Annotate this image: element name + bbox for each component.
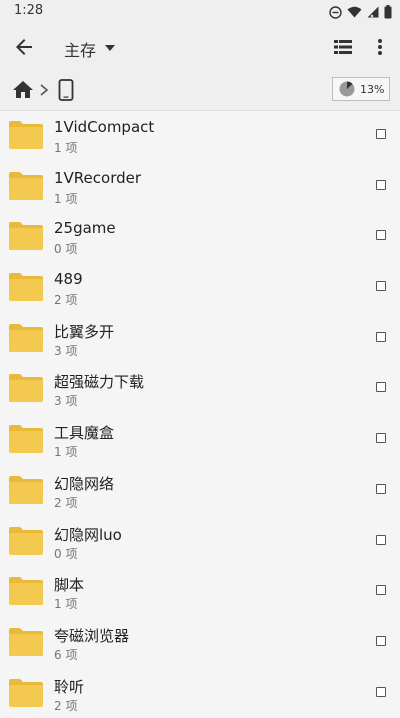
folder-icon bbox=[9, 374, 43, 403]
folder-name: 聆听 bbox=[54, 677, 85, 696]
status-bar: 1:28 bbox=[0, 0, 400, 24]
select-checkbox[interactable] bbox=[376, 230, 386, 241]
folder-name: 25game bbox=[54, 219, 116, 238]
folder-row[interactable]: 聆听 2 项 bbox=[0, 668, 400, 718]
dropdown-caret-icon[interactable] bbox=[104, 42, 116, 54]
folder-list: 1VidCompact 1 项 1VRecorder 1 项 25game 0 项 489 2… bbox=[0, 110, 400, 718]
folder-row[interactable]: 幻隐网络 2 项 bbox=[0, 465, 400, 516]
folder-name: 1VidCompact bbox=[54, 118, 155, 136]
folder-item-count: 3 项 bbox=[54, 394, 78, 409]
storage-usage-button[interactable]: 13% bbox=[332, 77, 390, 101]
folder-icon bbox=[9, 121, 43, 149]
wifi-icon bbox=[347, 6, 362, 18]
select-checkbox[interactable] bbox=[376, 281, 386, 292]
folder-row[interactable]: 比翼多开 3 项 bbox=[0, 313, 400, 364]
folder-name: 超强磁力下载 bbox=[54, 373, 145, 392]
folder-row[interactable]: 脚本 1 项 bbox=[0, 566, 400, 617]
select-checkbox[interactable] bbox=[376, 635, 386, 646]
folder-name: 489 bbox=[54, 270, 83, 289]
folder-icon bbox=[9, 273, 43, 302]
folder-item-count: 6 项 bbox=[54, 647, 78, 662]
folder-icon bbox=[9, 171, 43, 200]
more-options-icon[interactable] bbox=[370, 36, 390, 58]
app-toolbar: 主存 bbox=[0, 24, 400, 70]
select-checkbox[interactable] bbox=[376, 483, 386, 494]
cellular-signal-icon bbox=[367, 6, 379, 18]
folder-row[interactable]: 1VidCompact 1 项 bbox=[0, 110, 400, 161]
select-checkbox[interactable] bbox=[376, 382, 386, 393]
folder-item-count: 1 项 bbox=[54, 597, 78, 612]
folder-name: 1VRecorder bbox=[54, 168, 142, 187]
storage-usage-percent: 13% bbox=[360, 83, 385, 96]
folder-icon bbox=[9, 526, 43, 555]
select-checkbox[interactable] bbox=[376, 686, 386, 697]
status-icons bbox=[329, 4, 392, 20]
folder-item-count: 1 项 bbox=[54, 191, 78, 206]
folder-name: 幻隐网络 bbox=[54, 474, 115, 493]
folder-item-count: 2 项 bbox=[54, 495, 78, 510]
status-time: 1:28 bbox=[14, 3, 44, 18]
folder-item-count: 0 项 bbox=[54, 242, 78, 257]
folder-item-count: 1 项 bbox=[54, 141, 78, 155]
folder-row[interactable]: 工具魔盒 1 项 bbox=[0, 414, 400, 465]
folder-icon bbox=[9, 678, 43, 707]
select-checkbox[interactable] bbox=[376, 585, 386, 596]
select-checkbox[interactable] bbox=[376, 331, 386, 342]
folder-item-count: 1 项 bbox=[54, 445, 78, 460]
folder-name: 脚本 bbox=[54, 576, 85, 595]
folder-row[interactable]: 489 2 项 bbox=[0, 262, 400, 313]
folder-icon bbox=[9, 222, 43, 251]
select-checkbox[interactable] bbox=[376, 534, 386, 545]
folder-name: 工具魔盒 bbox=[54, 424, 115, 443]
folder-icon bbox=[9, 475, 43, 504]
folder-icon bbox=[9, 425, 43, 454]
select-checkbox[interactable] bbox=[376, 433, 386, 444]
folder-row[interactable]: 25game 0 项 bbox=[0, 211, 400, 262]
folder-item-count: 2 项 bbox=[54, 293, 78, 308]
back-arrow-icon[interactable] bbox=[12, 35, 36, 59]
folder-row[interactable]: 夸磁浏览器 6 项 bbox=[0, 617, 400, 668]
folder-row[interactable]: 幻隐网luo 0 项 bbox=[0, 516, 400, 567]
phone-storage-icon[interactable] bbox=[58, 79, 74, 101]
path-breadcrumb-bar: 13% bbox=[0, 70, 400, 111]
folder-item-count: 0 项 bbox=[54, 546, 78, 561]
folder-row[interactable]: 1VRecorder 1 项 bbox=[0, 161, 400, 212]
home-icon[interactable] bbox=[12, 79, 34, 101]
storage-title[interactable]: 主存 bbox=[64, 37, 96, 61]
do-not-disturb-icon bbox=[329, 5, 342, 19]
folder-item-count: 2 项 bbox=[54, 698, 78, 713]
storage-pie-icon bbox=[339, 81, 355, 97]
folder-name: 幻隐网luo bbox=[54, 525, 122, 544]
folder-icon bbox=[9, 577, 43, 606]
select-checkbox[interactable] bbox=[376, 179, 386, 190]
battery-icon bbox=[384, 5, 392, 19]
folder-name: 比翼多开 bbox=[54, 322, 115, 341]
folder-item-count: 3 项 bbox=[54, 343, 78, 358]
folder-icon bbox=[9, 627, 43, 656]
folder-row[interactable]: 超强磁力下载 3 项 bbox=[0, 363, 400, 414]
folder-name: 夸磁浏览器 bbox=[54, 626, 130, 645]
select-checkbox[interactable] bbox=[376, 129, 386, 139]
list-view-icon[interactable] bbox=[332, 36, 354, 58]
chevron-right-icon bbox=[40, 84, 49, 96]
folder-icon bbox=[9, 323, 43, 352]
